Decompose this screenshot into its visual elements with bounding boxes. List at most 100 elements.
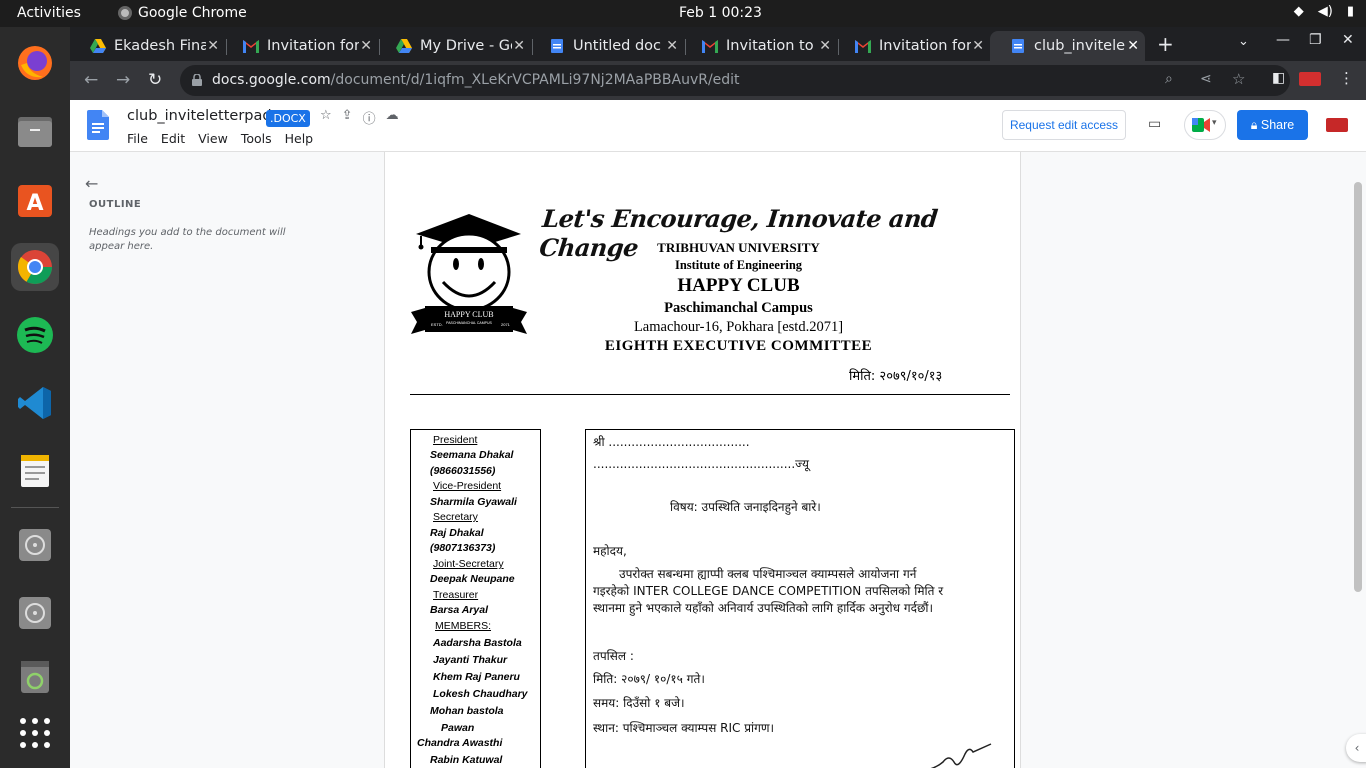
extension-icon[interactable] — [1299, 72, 1321, 86]
close-icon[interactable]: ✕ — [972, 38, 984, 54]
system-tray[interactable]: ◆ ◀) ▮ — [1294, 4, 1354, 19]
account-avatar[interactable] — [1326, 118, 1348, 132]
address-bar[interactable]: docs.google.com/document/d/1iqfm_XLeKrVC… — [180, 65, 1290, 96]
tab[interactable]: Invitation for ✕ — [223, 31, 378, 61]
files-icon[interactable] — [11, 107, 59, 155]
menu-view[interactable]: View — [198, 131, 228, 146]
clock[interactable]: Feb 1 00:23 — [679, 5, 762, 21]
share-page-icon[interactable]: ⋖ — [1200, 71, 1212, 87]
document-canvas[interactable]: HAPPY CLUB PASCHIMANCHAL CAMPUS ESTD. 20… — [384, 152, 1366, 768]
trash-icon[interactable] — [11, 653, 59, 701]
member-name: Khem Raj Paneru — [433, 671, 520, 683]
club-name: HAPPY CLUB — [677, 275, 800, 296]
tab-label: My Drive - Go — [420, 38, 512, 54]
outline-hint: Headings you add to the document will ap… — [89, 227, 286, 252]
tab-label: Invitation for — [267, 38, 359, 54]
side-panel-toggle-icon[interactable]: ‹ — [1346, 734, 1366, 762]
member-role: MEMBERS: — [435, 620, 492, 632]
chrome-dock-icon[interactable] — [11, 243, 59, 291]
member-role: Secretary — [433, 511, 478, 523]
back-arrow-icon[interactable]: ← — [85, 174, 98, 193]
close-icon[interactable]: ✕ — [207, 38, 219, 54]
document-page[interactable]: HAPPY CLUB PASCHIMANCHAL CAMPUS ESTD. 20… — [384, 152, 1021, 768]
software-center-icon[interactable]: A — [11, 175, 59, 223]
comments-icon[interactable]: ▭ — [1148, 116, 1161, 132]
activities-button[interactable]: Activities — [17, 5, 81, 21]
google-docs-logo-icon[interactable] — [87, 110, 109, 140]
close-icon[interactable]: ✕ — [513, 38, 525, 54]
forward-icon[interactable]: → — [116, 70, 130, 90]
tab[interactable]: Ekadesh Fina ✕ — [70, 31, 225, 61]
menu-help[interactable]: Help — [285, 131, 314, 146]
letter-subject: विषय: उपस्थिति जनाइदिनहुने बारे। — [670, 500, 821, 514]
chevron-down-icon: ▾ — [1212, 118, 1217, 128]
tab[interactable]: Invitation to ✕ — [682, 31, 837, 61]
google-drive-icon — [396, 39, 412, 53]
close-icon[interactable]: ✕ — [1127, 38, 1139, 54]
file-type-badge: .DOCX — [266, 110, 310, 127]
tab-search-icon[interactable]: ⌄ — [1238, 34, 1249, 49]
wifi-icon: ◆ — [1293, 4, 1304, 19]
battery-icon: ▮ — [1346, 4, 1354, 19]
text-editor-icon[interactable] — [11, 447, 59, 495]
member-phone: (9866031556) — [430, 465, 496, 477]
share-button[interactable]: 🔒︎ Share — [1237, 110, 1308, 140]
spotify-icon[interactable] — [11, 311, 59, 359]
member-phone: (9807136373) — [430, 542, 496, 554]
volume-icon: ◀) — [1317, 4, 1333, 19]
tab[interactable]: My Drive - Go ✕ — [376, 31, 531, 61]
new-tab-icon[interactable]: + — [1157, 32, 1174, 56]
close-icon[interactable]: ✕ — [666, 38, 678, 54]
reload-icon[interactable]: ↻ — [148, 70, 162, 90]
close-icon[interactable]: ✕ — [819, 38, 831, 54]
close-icon[interactable]: ✕ — [360, 38, 372, 54]
google-docs-icon — [551, 39, 563, 53]
app-menu[interactable]: Google Chrome — [118, 5, 247, 21]
firefox-icon[interactable] — [11, 39, 59, 87]
member-role: Vice-President — [433, 480, 502, 492]
tab[interactable]: Untitled doc ✕ — [529, 31, 684, 61]
vertical-scrollbar[interactable] — [1354, 182, 1362, 592]
tab[interactable]: Invitation for ✕ — [835, 31, 990, 61]
committee-name: EIGHTH EXECUTIVE COMMITTEE — [604, 338, 873, 354]
menu-tools[interactable]: Tools — [241, 131, 272, 146]
menu-edit[interactable]: Edit — [161, 131, 185, 146]
member-name: Pawan — [441, 722, 475, 734]
details-icon[interactable]: ⓘ — [363, 108, 376, 127]
docs-header: club_inviteletterpad .DOCX ☆ ⇪ ⓘ ☁ File … — [70, 100, 1366, 152]
tab-strip: Ekadesh Fina ✕ Invitation for ✕ My Drive… — [70, 27, 1366, 61]
letter-body-line: उपरोक्त सबन्धमा ह्याप्पी क्लब पश्चिमाञ्च… — [619, 567, 917, 581]
cloud-status-icon[interactable]: ☁ — [386, 108, 399, 127]
disk-icon[interactable] — [11, 589, 59, 637]
members-box: President Seemana Dhakal (9866031556) Vi… — [410, 429, 541, 768]
back-icon[interactable]: ← — [84, 70, 98, 90]
side-panel-icon[interactable]: ◧ — [1272, 70, 1285, 86]
close-window-icon[interactable]: ✕ — [1342, 32, 1354, 48]
request-edit-access-button[interactable]: Request edit access — [1002, 110, 1126, 140]
share-label: Share — [1260, 117, 1295, 132]
recipient-line: श्री ...................................… — [593, 435, 750, 449]
member-role: Treasurer — [433, 589, 479, 601]
member-name: Deepak Neupane — [430, 573, 515, 585]
letter-body-line: स्थानमा हुने भएकाले यहाँको अनिवार्य उपस्… — [593, 601, 934, 615]
disk-icon[interactable] — [11, 521, 59, 569]
bookmark-star-icon[interactable]: ☆ — [1232, 70, 1245, 88]
meet-button[interactable]: ▾ — [1184, 110, 1226, 140]
letter-greeting: महोदय, — [593, 544, 627, 558]
institute-name: Institute of Engineering — [674, 258, 803, 272]
app-grid-icon[interactable] — [11, 709, 59, 757]
dock-separator — [11, 507, 59, 508]
outline-panel: ← OUTLINE Headings you add to the docume… — [70, 152, 384, 768]
maximize-icon[interactable]: ❐ — [1309, 32, 1322, 48]
vscode-icon[interactable] — [11, 379, 59, 427]
tab-active[interactable]: club_invitele ✕ — [990, 31, 1145, 61]
details-heading: तपसिल : — [593, 649, 634, 663]
star-icon[interactable]: ☆ — [320, 108, 332, 127]
document-title[interactable]: club_inviteletterpad — [127, 108, 272, 124]
event-date: मिति: २०७९/ १०/१५ गते। — [593, 672, 705, 686]
minimize-icon[interactable]: — — [1276, 32, 1290, 48]
menu-file[interactable]: File — [127, 131, 148, 146]
move-icon[interactable]: ⇪ — [342, 108, 353, 127]
zoom-icon[interactable]: ⌕ — [1165, 71, 1173, 87]
chrome-menu-icon[interactable]: ⋮ — [1339, 69, 1354, 87]
